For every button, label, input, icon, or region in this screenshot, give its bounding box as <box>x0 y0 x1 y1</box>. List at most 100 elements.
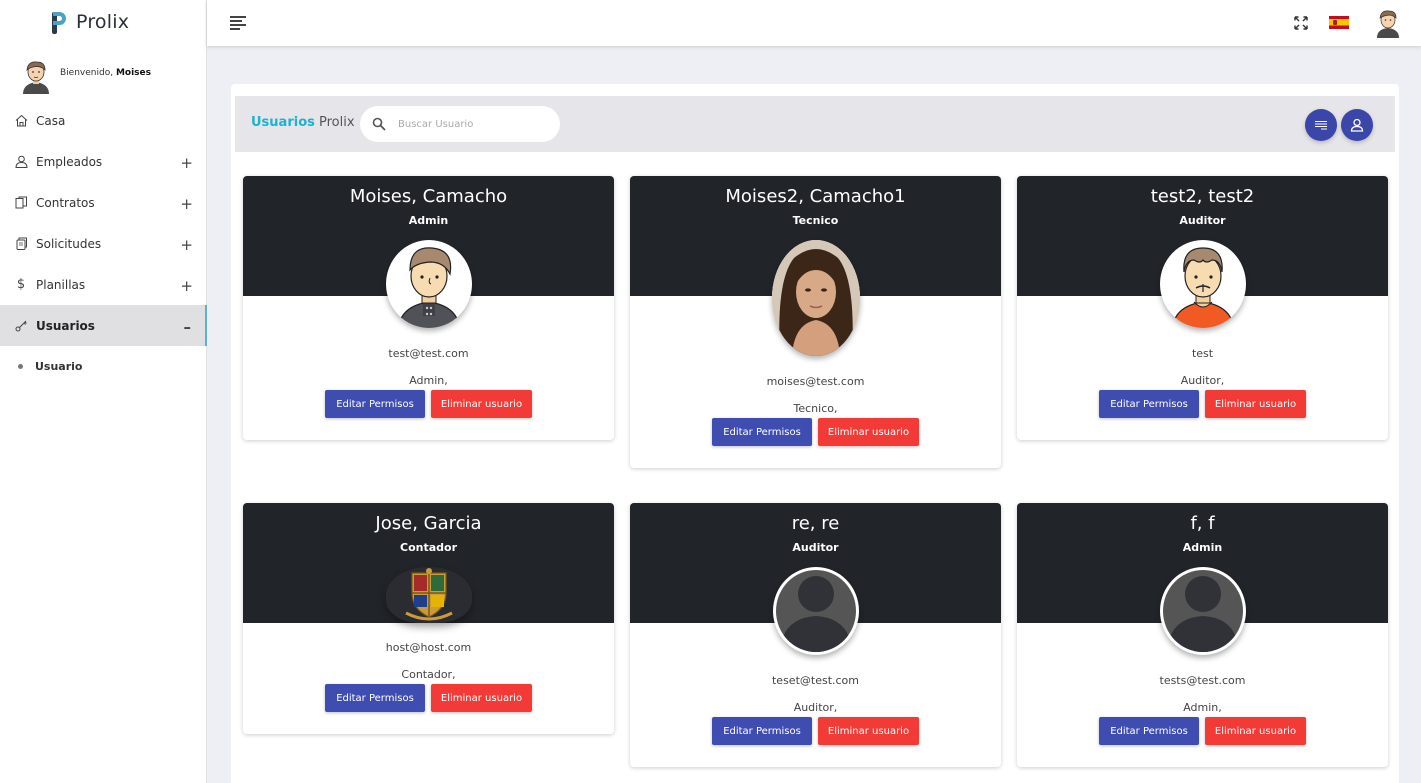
expand-icon[interactable]: + <box>180 277 193 295</box>
documents-icon <box>14 196 28 210</box>
sidebar-item-label: Solicitudes <box>36 236 102 251</box>
user-role-line: Auditor, <box>1180 374 1225 387</box>
home-icon <box>14 114 28 128</box>
collapse-icon[interactable]: – <box>184 318 192 336</box>
delete-user-button[interactable]: Eliminar usuario <box>1205 390 1306 418</box>
user-avatar <box>1160 567 1246 655</box>
default-person-icon <box>1167 576 1239 652</box>
sidebar-item-usuarios[interactable]: Usuarios – <box>0 305 207 346</box>
user-card: re, re Auditor teset@test.com Auditor, E… <box>630 503 1001 767</box>
user-avatar <box>773 567 859 655</box>
user-email: host@host.com <box>385 641 472 654</box>
user-role: Auditor <box>1179 214 1226 227</box>
crest-icon <box>405 568 453 621</box>
card-actions: Editar Permisos Eliminar usuario <box>243 684 614 712</box>
dollar-icon: $ <box>16 277 26 292</box>
edit-permissions-button[interactable]: Editar Permisos <box>712 418 812 446</box>
user-role: Auditor <box>792 541 839 554</box>
page-title: Usuarios Prolix <box>251 115 355 130</box>
delete-user-button[interactable]: Eliminar usuario <box>431 684 532 712</box>
edit-permissions-button[interactable]: Editar Permisos <box>1099 390 1199 418</box>
menu-toggle-icon[interactable] <box>230 16 246 30</box>
user-name: re, re <box>791 513 840 534</box>
male-avatar-icon <box>397 247 461 328</box>
welcome-prefix: Bienvenido, <box>60 68 114 78</box>
user-card: Jose, Garcia Contador host@host.com Cont… <box>243 503 614 734</box>
search-box[interactable] <box>360 106 560 142</box>
user-role-line: Auditor, <box>793 701 838 714</box>
bullet-icon <box>18 363 23 369</box>
user-name: Moises2, Camacho1 <box>725 186 906 207</box>
user-card: Moises2, Camacho1 Tecnico moises@test.co… <box>630 176 1001 468</box>
user-email: teset@test.com <box>771 674 859 687</box>
delete-user-button[interactable]: Eliminar usuario <box>818 717 919 745</box>
user-card: f, f Admin tests@test.com Admin, Editar … <box>1017 503 1388 767</box>
card-actions: Editar Permisos Eliminar usuario <box>243 390 614 418</box>
welcome-user: Moises <box>115 68 151 78</box>
sidebar-item-solicitudes[interactable]: Solicitudes + <box>0 223 207 264</box>
edit-permissions-button[interactable]: Editar Permisos <box>712 717 812 745</box>
search-input[interactable] <box>398 118 548 130</box>
edit-permissions-button[interactable]: Editar Permisos <box>325 390 425 418</box>
sidebar-nav: Casa Empleados + Contratos + Solicitudes… <box>0 100 207 386</box>
expand-icon[interactable]: + <box>180 236 193 254</box>
welcome-text: Bienvenido, Moises <box>60 68 151 78</box>
card-actions: Editar Permisos Eliminar usuario <box>1017 390 1388 418</box>
expand-icon[interactable]: + <box>180 195 193 213</box>
user-email: moises@test.com <box>766 375 865 388</box>
sidebar-item-casa[interactable]: Casa <box>0 100 207 141</box>
welcome-block: Bienvenido, Moises <box>20 58 151 94</box>
edit-permissions-button[interactable]: Editar Permisos <box>325 684 425 712</box>
user-role-line: Contador, <box>401 668 456 681</box>
sidebar-item-label: Empleados <box>36 154 103 169</box>
user-photo <box>772 240 860 356</box>
sidebar-subitem-usuario[interactable]: Usuario <box>0 346 207 386</box>
brand-logo[interactable]: Prolix <box>50 8 129 36</box>
fullscreen-icon[interactable] <box>1294 16 1308 30</box>
sidebar-subitem-label: Usuario <box>35 359 83 373</box>
brand-name: Prolix <box>76 11 130 33</box>
sidebar-item-contratos[interactable]: Contratos + <box>0 182 207 223</box>
list-icon <box>1315 121 1327 130</box>
user-card: Moises, Camacho Admin test@test.com Admi… <box>243 176 614 440</box>
user-card: test2, test2 Auditor test Auditor, Edita… <box>1017 176 1388 440</box>
user-email: test <box>1191 347 1214 360</box>
expand-icon[interactable]: + <box>180 154 193 172</box>
list-view-button[interactable] <box>1305 109 1337 141</box>
card-actions: Editar Permisos Eliminar usuario <box>630 418 1001 446</box>
user-role-line: Admin, <box>1183 701 1222 714</box>
user-name: f, f <box>1190 513 1215 534</box>
user-avatar <box>1160 240 1246 328</box>
card-actions: Editar Permisos Eliminar usuario <box>1017 717 1388 745</box>
user-role: Contador <box>400 541 457 554</box>
search-icon <box>372 117 386 131</box>
profile-avatar-icon[interactable] <box>1375 8 1401 38</box>
spain-flag-icon[interactable] <box>1329 16 1349 29</box>
copy-icon <box>14 237 28 251</box>
sidebar-item-label: Usuarios <box>36 318 95 333</box>
add-user-button[interactable] <box>1341 109 1373 141</box>
panel-header: Usuarios Prolix <box>235 96 1395 152</box>
default-person-icon <box>780 576 852 652</box>
sidebar-item-label: Planillas <box>36 277 86 292</box>
user-avatar <box>386 567 472 623</box>
sidebar-item-label: Casa <box>36 113 66 128</box>
sidebar-item-empleados[interactable]: Empleados + <box>0 141 207 182</box>
user-name: test2, test2 <box>1150 186 1255 207</box>
user-role: Admin <box>1182 541 1223 554</box>
male-avatar-icon <box>1171 247 1235 328</box>
delete-user-button[interactable]: Eliminar usuario <box>1205 717 1306 745</box>
sidebar-item-planillas[interactable]: $ Planillas + <box>0 264 207 305</box>
user-email: tests@test.com <box>1159 674 1246 687</box>
prolix-logo-icon <box>50 10 70 34</box>
user-role-line: Admin, <box>409 374 448 387</box>
user-icon <box>1350 118 1364 132</box>
topbar <box>207 0 1421 46</box>
edit-permissions-button[interactable]: Editar Permisos <box>1099 717 1199 745</box>
delete-user-button[interactable]: Eliminar usuario <box>818 418 919 446</box>
user-name: Moises, Camacho <box>349 186 508 207</box>
user-role: Admin <box>408 214 449 227</box>
delete-user-button[interactable]: Eliminar usuario <box>431 390 532 418</box>
user-name: Jose, Garcia <box>375 513 482 534</box>
user-photo-image <box>772 240 860 356</box>
